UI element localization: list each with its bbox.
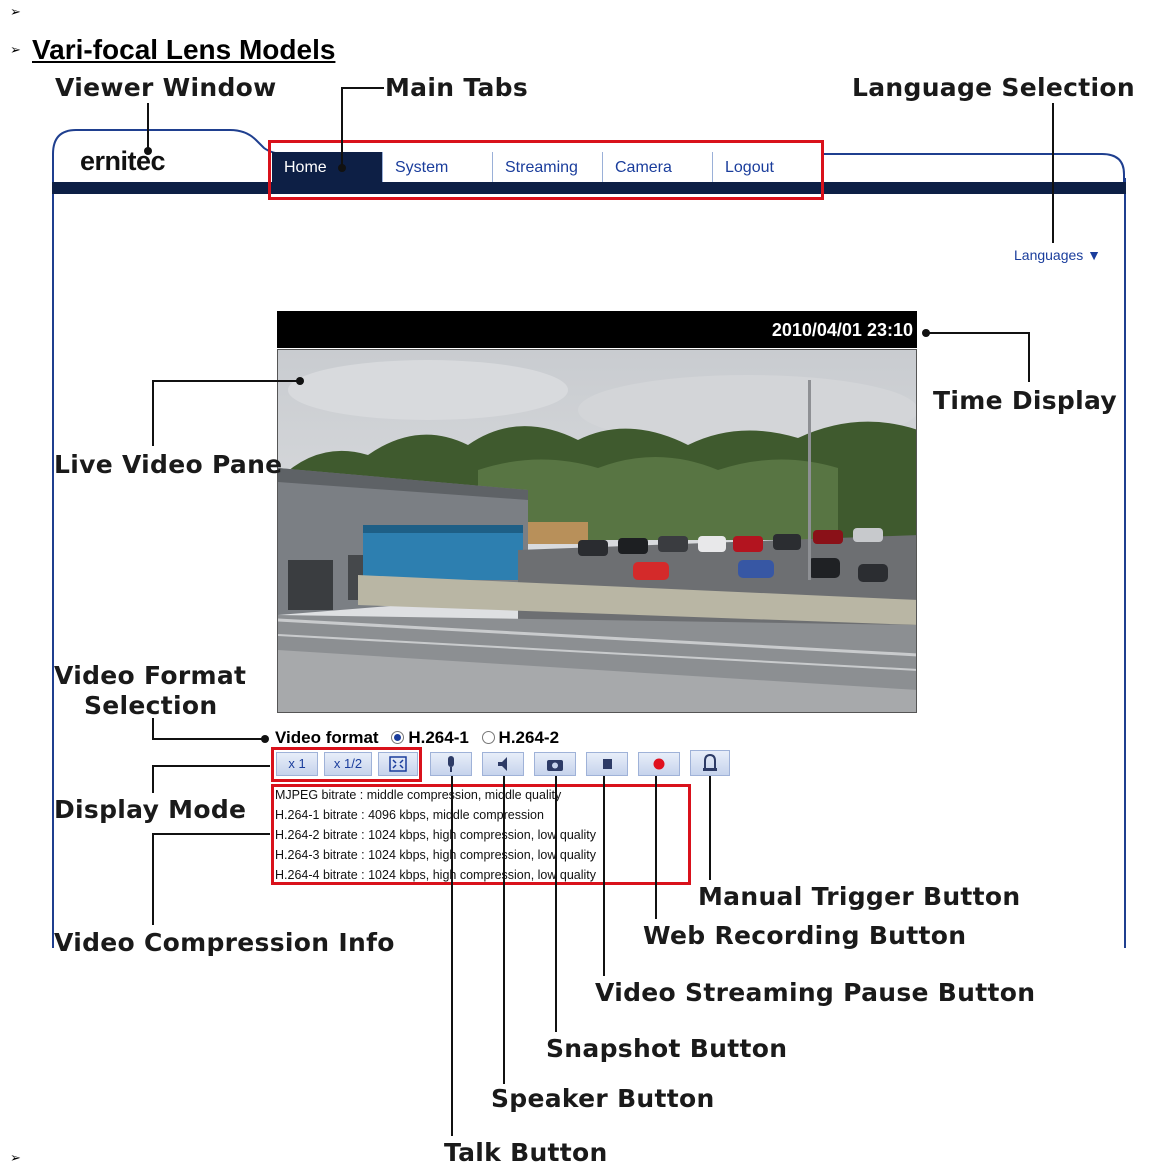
bullet-marker: ➢: [10, 42, 21, 57]
talk-button[interactable]: [430, 752, 472, 776]
speaker-button[interactable]: [482, 752, 524, 776]
callout-video-format-selection: Video Format: [54, 661, 247, 690]
time-display: 2010/04/01 23:10: [277, 311, 917, 348]
brand-logo: ernitec: [80, 146, 166, 176]
callout-video-format-selection-2: Selection: [84, 691, 218, 720]
viewer-frame-left: [52, 178, 54, 948]
main-tabs-highlight: [268, 140, 824, 200]
languages-dropdown[interactable]: Languages ▼: [1014, 247, 1101, 263]
callout-speaker-button: Speaker Button: [491, 1084, 715, 1113]
manual-trigger-button[interactable]: [690, 750, 730, 776]
camera-icon: [547, 760, 563, 771]
callout-live-video-pane: Live Video Pane: [54, 450, 283, 479]
video-format-label: Video format: [275, 728, 379, 747]
display-mode-highlight: [271, 747, 422, 782]
callout-time-display: Time Display: [933, 386, 1117, 415]
callout-video-compression-info: Video Compression Info: [54, 928, 395, 957]
radio-label-h264-1: H.264-1: [408, 728, 469, 747]
callout-snapshot-button: Snapshot Button: [546, 1034, 788, 1063]
snapshot-button[interactable]: [534, 752, 576, 776]
viewer-frame-right: [1124, 178, 1126, 948]
trigger-icon: [703, 753, 717, 771]
callout-main-tabs: Main Tabs: [385, 73, 528, 102]
compression-info-highlight: [271, 784, 691, 885]
bullet-marker: ➢: [10, 1150, 21, 1165]
callout-language-selection: Language Selection: [852, 73, 1135, 102]
microphone-icon: [448, 756, 454, 772]
speaker-icon: [498, 757, 507, 771]
video-frame-image: [278, 350, 916, 712]
callout-web-recording-button: Web Recording Button: [643, 921, 967, 950]
record-icon: [653, 758, 665, 770]
callout-video-streaming-pause-button: Video Streaming Pause Button: [595, 978, 1036, 1007]
radio-h264-1[interactable]: [391, 731, 405, 744]
callout-manual-trigger-button: Manual Trigger Button: [698, 882, 1021, 911]
video-streaming-pause-button[interactable]: [586, 752, 628, 776]
document-heading: Vari-focal Lens Models: [32, 34, 336, 65]
bullet-marker: ➢: [10, 4, 21, 19]
callout-display-mode: Display Mode: [54, 795, 247, 824]
callout-talk-button: Talk Button: [444, 1138, 608, 1167]
callout-viewer-window: Viewer Window: [55, 73, 277, 102]
live-video-pane[interactable]: [277, 349, 917, 713]
video-format-selector: Video format H.264-1 H.264-2: [275, 728, 559, 748]
web-recording-button[interactable]: [638, 752, 680, 776]
radio-label-h264-2: H.264-2: [498, 728, 560, 747]
stop-icon: [603, 759, 612, 769]
radio-h264-2[interactable]: [481, 731, 495, 744]
